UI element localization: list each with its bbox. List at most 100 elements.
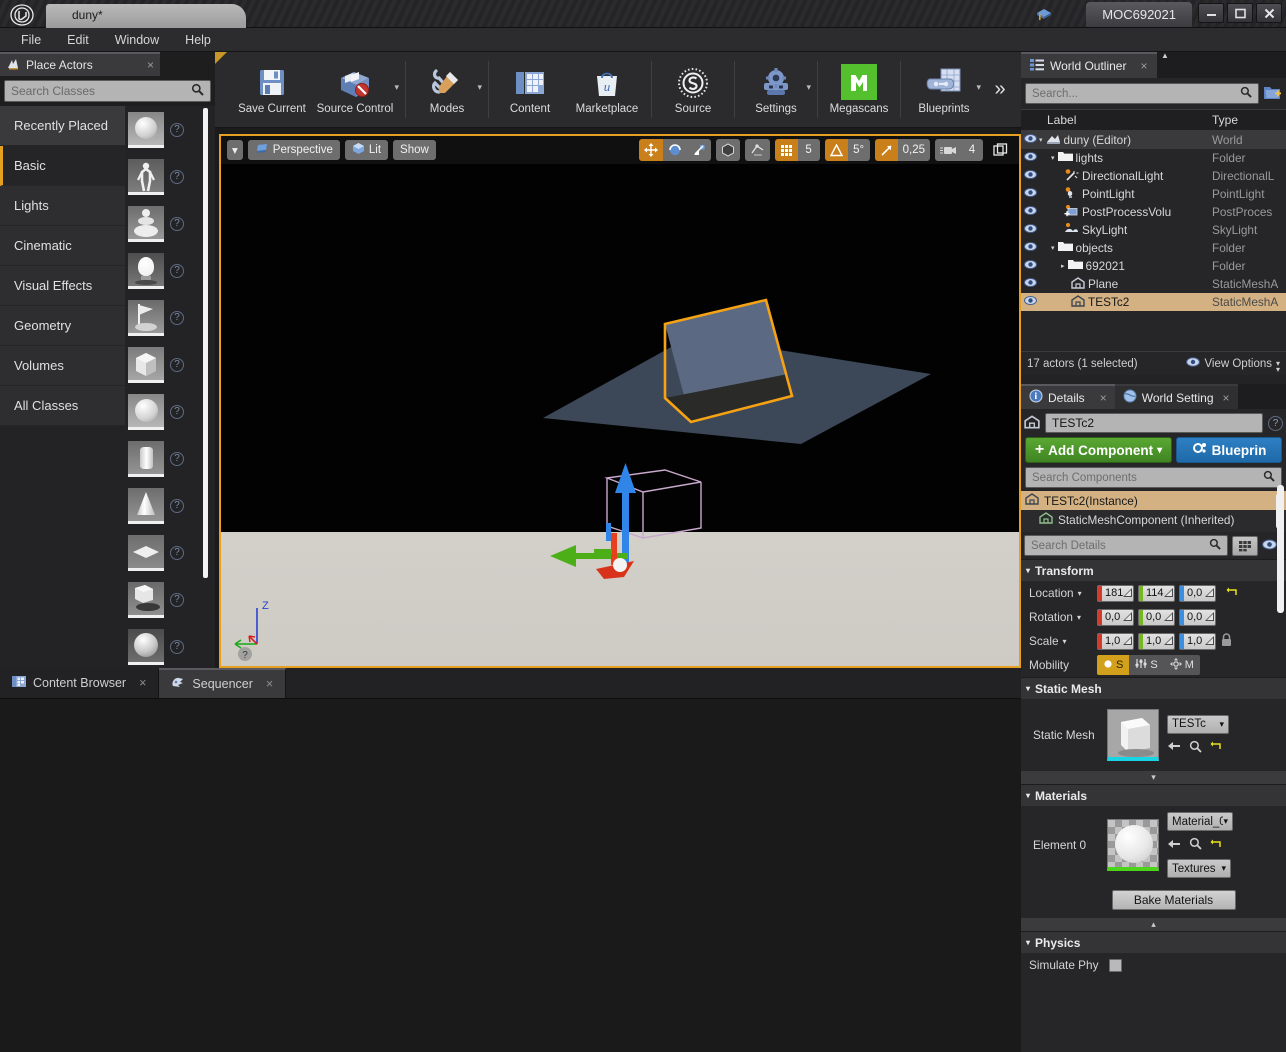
visibility-eye-icon[interactable] <box>1021 260 1039 272</box>
viewport-camera-mode-button[interactable]: Perspective <box>247 140 340 160</box>
close-icon[interactable]: × <box>1100 391 1107 405</box>
chevron-down-icon[interactable]: ▾ <box>1063 637 1067 646</box>
details-scrollbar[interactable] <box>1277 485 1284 613</box>
category-lights[interactable]: Lights <box>0 186 125 226</box>
category-geometry[interactable]: Geometry <box>0 306 125 346</box>
expander-icon[interactable]: ▾ <box>1051 244 1055 252</box>
close-icon[interactable]: × <box>266 677 273 691</box>
chevron-down-icon[interactable]: ▾ <box>976 82 981 93</box>
reset-arrow-icon[interactable] <box>1210 740 1223 755</box>
toolbar-source[interactable]: Source <box>656 52 730 127</box>
help-icon[interactable]: ? <box>170 592 184 607</box>
drag-handle-icon[interactable] <box>1123 611 1132 624</box>
grid-view-icon[interactable] <box>1231 535 1258 556</box>
static-mesh-expander-down[interactable]: ▾ <box>1021 771 1286 784</box>
scale-snap-value[interactable]: 0,25 <box>897 139 930 161</box>
component-row-testc2-instance[interactable]: TESTc2(Instance) <box>1021 491 1286 510</box>
expander-icon[interactable]: ▾ <box>1026 791 1030 800</box>
grid-snap-toggle[interactable] <box>774 139 798 161</box>
tab-world-settings[interactable]: World Setting × <box>1114 384 1238 409</box>
drag-handle-icon[interactable] <box>1164 635 1173 648</box>
help-icon[interactable]: ? <box>170 216 184 231</box>
outliner-row-objects-folder[interactable]: ▾ objects Folder <box>1021 239 1286 257</box>
category-recently-placed[interactable]: Recently Placed <box>0 106 125 146</box>
menu-edit[interactable]: Edit <box>56 30 100 50</box>
column-header-label[interactable]: Label <box>1039 113 1212 127</box>
menu-window[interactable]: Window <box>104 30 170 50</box>
visibility-eye-icon[interactable] <box>1021 278 1039 290</box>
visibility-eye-icon[interactable] <box>1021 206 1039 218</box>
rotation-label-group[interactable]: Rotation ▾ <box>1021 610 1097 624</box>
camera-speed-icon[interactable] <box>935 139 961 161</box>
outliner-row-lights-folder[interactable]: ▾ lights Folder <box>1021 149 1286 167</box>
visibility-eye-icon[interactable] <box>1021 152 1039 164</box>
move-gizmo-icon[interactable] <box>638 139 663 161</box>
asset-item-sphere[interactable]: ? <box>125 106 215 153</box>
view-options-button[interactable]: View Options ▾ <box>1186 357 1280 370</box>
help-icon[interactable]: ? <box>170 169 184 184</box>
asset-item-player-start[interactable]: ? <box>125 294 215 341</box>
expander-icon[interactable]: ▾ <box>1051 154 1055 162</box>
help-icon[interactable]: ? <box>170 404 184 419</box>
scale-z-input[interactable]: 1,0 <box>1179 632 1216 650</box>
help-icon[interactable]: ? <box>170 263 184 278</box>
secondary-project-tab[interactable]: MOC692021 <box>1086 2 1192 27</box>
browse-icon[interactable] <box>1189 740 1202 756</box>
visibility-eye-icon[interactable] <box>1021 188 1039 200</box>
toolbar-settings[interactable]: Settings ▾ <box>739 52 813 127</box>
location-label-group[interactable]: Location ▾ <box>1021 586 1097 600</box>
simulate-physics-checkbox[interactable] <box>1109 958 1122 972</box>
coordinate-space-toggle[interactable] <box>715 139 740 161</box>
viewport-options-button[interactable]: ▾ <box>227 140 243 160</box>
close-icon[interactable]: × <box>147 58 154 72</box>
material-asset-dropdown[interactable]: Material_0 ▾ <box>1167 812 1233 831</box>
reset-arrow-icon[interactable] <box>1226 586 1239 601</box>
expander-icon[interactable]: ▾ <box>1039 136 1043 144</box>
chevron-down-icon[interactable]: ▾ <box>394 82 399 93</box>
chevron-down-icon[interactable]: ▾ <box>806 82 811 93</box>
blueprint-button[interactable]: Blueprin <box>1176 437 1282 463</box>
drag-handle-icon[interactable] <box>1164 611 1173 624</box>
category-all-classes[interactable]: All Classes <box>0 386 125 426</box>
help-icon[interactable]: ? <box>170 357 184 372</box>
world-outliner-search-input[interactable]: Search... <box>1025 83 1259 104</box>
help-icon[interactable]: ? <box>170 122 184 137</box>
visibility-eye-icon[interactable] <box>1021 170 1039 182</box>
asset-item-pawn[interactable]: ? <box>125 200 215 247</box>
help-icon[interactable]: ? <box>1268 415 1283 431</box>
location-z-input[interactable]: 0,0 <box>1179 584 1216 602</box>
maximize-button[interactable] <box>1227 3 1253 23</box>
project-tab[interactable]: duny* <box>46 4 246 28</box>
category-basic[interactable]: Basic <box>0 146 125 186</box>
mobility-stationary-button[interactable]: S <box>1129 655 1164 675</box>
static-mesh-asset-dropdown[interactable]: TESTc ▾ <box>1167 714 1229 734</box>
outliner-row-testc2[interactable]: TESTc2 StaticMeshA <box>1021 293 1286 311</box>
scale-y-input[interactable]: 1,0 <box>1138 632 1175 650</box>
tab-world-outliner[interactable]: World Outliner × <box>1021 52 1157 78</box>
section-materials[interactable]: ▾ Materials <box>1021 784 1286 806</box>
toolbar-megascans[interactable]: Megascans <box>822 52 896 127</box>
reset-arrow-icon[interactable] <box>1210 838 1223 853</box>
help-icon[interactable]: ? <box>170 451 184 466</box>
section-physics[interactable]: ▾ Physics <box>1021 931 1286 953</box>
scale-x-input[interactable]: 1,0 <box>1097 632 1134 650</box>
expander-icon[interactable]: ▾ <box>1026 938 1030 947</box>
mobility-movable-button[interactable]: M <box>1163 655 1200 675</box>
back-arrow-icon[interactable] <box>1167 740 1181 755</box>
rotation-y-input[interactable]: 0,0 <box>1138 608 1175 626</box>
maximize-viewport-icon[interactable] <box>988 139 1013 161</box>
asset-thumbnail-list[interactable]: ? ? ? ? ? ? ? ? ? ? ? ? <box>125 106 215 668</box>
outliner-row-plane[interactable]: Plane StaticMeshA <box>1021 275 1286 293</box>
level-viewport[interactable]: Z ? ▾ Perspective Lit Show 5 5° 0,25 4 <box>219 134 1021 668</box>
help-icon[interactable]: ? <box>170 498 184 513</box>
drag-handle-icon[interactable] <box>1205 611 1214 624</box>
drag-handle-icon[interactable] <box>1123 635 1132 648</box>
close-icon[interactable]: × <box>139 676 146 690</box>
close-button[interactable] <box>1256 3 1282 23</box>
drag-handle-icon[interactable] <box>1164 587 1173 600</box>
expander-icon[interactable]: ▾ <box>1026 684 1030 693</box>
scale-snap-toggle[interactable] <box>874 139 898 161</box>
location-y-input[interactable]: 114 <box>1138 584 1175 602</box>
toolbar-modes[interactable]: Modes ▾ <box>410 52 484 127</box>
tab-content-browser[interactable]: Content Browser × <box>0 668 160 698</box>
